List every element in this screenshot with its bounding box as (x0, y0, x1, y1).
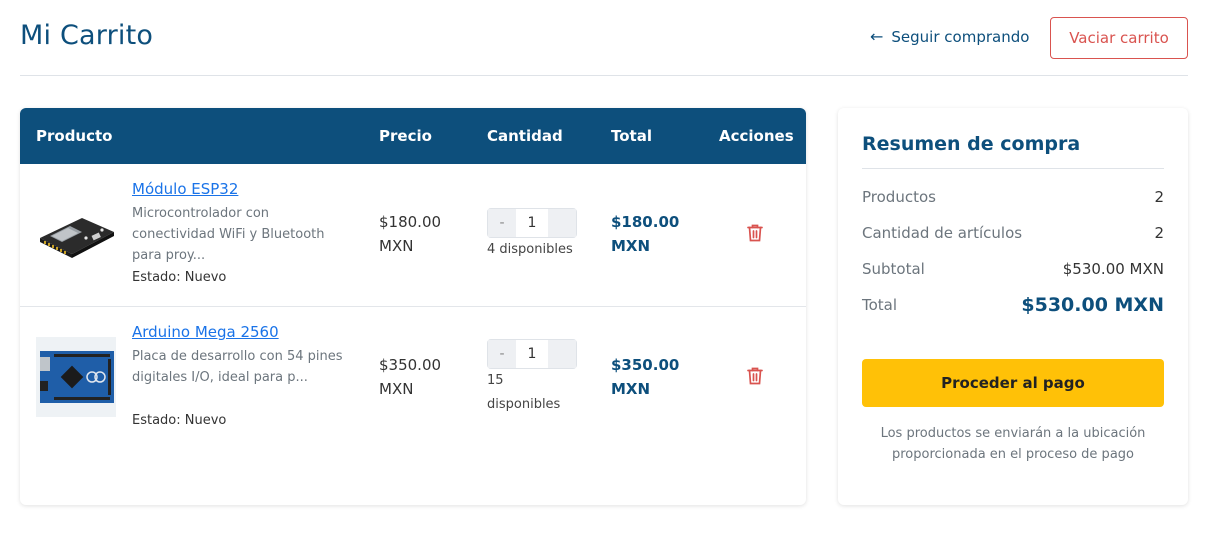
product-state: Estado: Nuevo (132, 413, 227, 428)
summary-total-value: $530.00 MXN (1021, 294, 1164, 316)
arrow-left-icon: ← (870, 27, 884, 46)
header-actions: Acciones (719, 127, 794, 145)
product-name-link[interactable]: Arduino Mega 2560 (132, 323, 279, 341)
esp32-board-image (40, 218, 114, 258)
product-price: $350.00 MXN (379, 356, 442, 398)
quantity-value[interactable]: 1 (516, 340, 548, 368)
order-summary: Resumen de compra Productos 2 Cantidad d… (838, 108, 1188, 505)
empty-cart-button[interactable]: Vaciar carrito (1050, 17, 1188, 59)
page-header: Mi Carrito ← Seguir comprando Vaciar car… (20, 0, 1188, 76)
increase-button[interactable]: + (548, 209, 576, 237)
quantity-value[interactable]: 1 (516, 209, 548, 237)
row-total: $350.00 MXN (611, 356, 680, 398)
summary-items-label: Cantidad de artículos (862, 224, 1023, 242)
trash-icon[interactable] (744, 222, 766, 244)
shipping-note: Los productos se enviarán a la ubicación… (880, 426, 1146, 462)
continue-shopping-link[interactable]: ← Seguir comprando (870, 27, 1029, 46)
decrease-button[interactable]: - (488, 209, 516, 237)
arduino-mega-board-image (36, 337, 116, 417)
product-description: Placa de desarrollo con 54 pines digital… (132, 349, 343, 385)
summary-items-value: 2 (1154, 224, 1164, 242)
summary-subtotal-label: Subtotal (862, 260, 925, 278)
summary-total-row: Total $530.00 MXN (862, 294, 1164, 316)
cart-table: Producto Precio Cantidad Total Acciones … (20, 108, 806, 505)
summary-title: Resumen de compra (862, 133, 1081, 155)
header-product: Producto (36, 127, 113, 145)
summary-subtotal-row: Subtotal $530.00 MXN (862, 260, 1164, 278)
header-price: Precio (379, 127, 432, 145)
page-title: Mi Carrito (20, 20, 154, 51)
row-total: $180.00 MXN (611, 213, 680, 255)
product-name-link[interactable]: Módulo ESP32 (132, 180, 238, 198)
table-row: Módulo ESP32 Microcontrolador con conect… (20, 164, 806, 307)
product-price: $180.00 MXN (379, 213, 442, 255)
product-state: Estado: Nuevo (132, 270, 227, 285)
summary-divider (862, 168, 1164, 169)
summary-items-row: Cantidad de artículos 2 (862, 224, 1164, 242)
stock-available: 15 disponibles (487, 373, 561, 412)
stock-available: 4 disponibles (487, 242, 573, 257)
header-quantity: Cantidad (487, 127, 563, 145)
quantity-stepper: - 1 + (487, 339, 577, 369)
quantity-stepper: - 1 + (487, 208, 577, 238)
continue-shopping-label: Seguir comprando (891, 27, 1030, 46)
summary-products-row: Productos 2 (862, 188, 1164, 206)
table-header: Producto Precio Cantidad Total Acciones (20, 108, 806, 164)
trash-icon[interactable] (744, 365, 766, 387)
summary-total-label: Total (862, 296, 898, 314)
summary-products-value: 2 (1154, 188, 1164, 206)
proceed-to-payment-button[interactable]: Proceder al pago (862, 359, 1164, 407)
increase-button[interactable]: + (548, 340, 576, 368)
header-total: Total (611, 127, 652, 145)
decrease-button[interactable]: - (488, 340, 516, 368)
product-description: Microcontrolador con conectividad WiFi y… (132, 206, 325, 263)
summary-products-label: Productos (862, 188, 936, 206)
summary-subtotal-value: $530.00 MXN (1062, 260, 1164, 278)
table-row: Arduino Mega 2560 Placa de desarrollo co… (20, 307, 806, 450)
